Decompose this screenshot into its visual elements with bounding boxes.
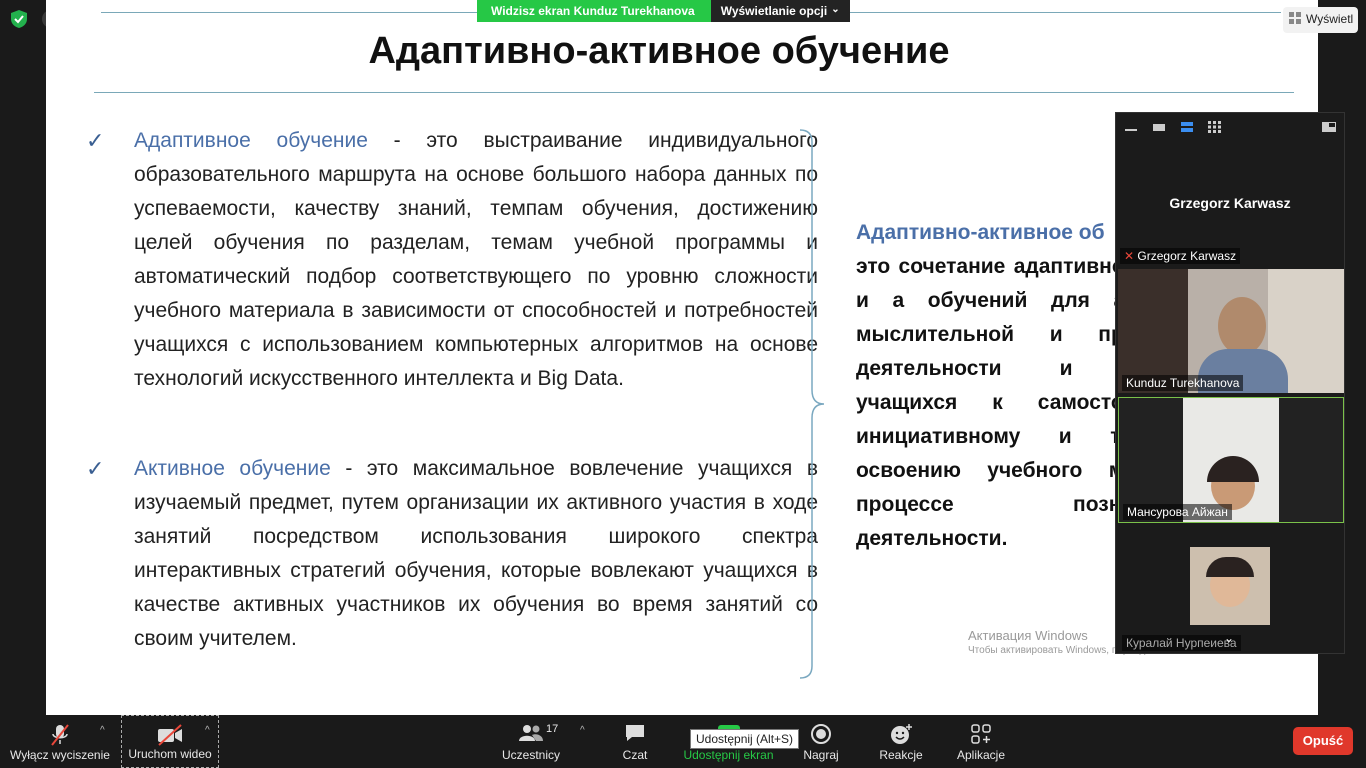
chat-label: Czat xyxy=(622,748,648,762)
scroll-down-chevron-icon[interactable]: ⌄ xyxy=(1224,631,1234,645)
chat-icon xyxy=(626,725,644,741)
participant-name-tag: Kunduz Turekhanova xyxy=(1122,375,1244,391)
video-tile[interactable]: Куралай Нурпеиева ⌄ xyxy=(1118,527,1344,653)
record-label: Nagraj xyxy=(803,748,839,762)
participants-caret-icon[interactable]: ^ xyxy=(580,725,585,736)
unmute-button[interactable]: Wyłącz wyciszenie xyxy=(8,715,112,768)
share-screen-label: Udostępnij ekran xyxy=(683,748,774,762)
bullet-active-learning: ✓ Активное обучение - это максимальное в… xyxy=(86,452,818,656)
video-panel-toolbar xyxy=(1116,113,1344,141)
participants-label: Uczestnicy xyxy=(501,748,560,762)
leave-meeting-button[interactable]: Opuść xyxy=(1293,727,1353,755)
video-options-caret-icon[interactable]: ^ xyxy=(205,725,210,736)
bullet-text: - это выстраивание индивидуального образ… xyxy=(134,129,819,390)
bullet-adaptive-learning: ✓ Адаптивное обучение - это выстраивание… xyxy=(86,124,819,396)
apps-icon xyxy=(971,724,991,744)
chat-button[interactable]: Czat xyxy=(612,715,658,768)
grid-view-icon xyxy=(1289,12,1301,24)
stacked-view-icon[interactable] xyxy=(1180,121,1194,133)
apps-label: Aplikacje xyxy=(956,748,1006,762)
active-speaker-name: Grzegorz Karwasz xyxy=(1169,195,1291,211)
checkmark-icon: ✓ xyxy=(86,456,105,481)
video-panel: Grzegorz Karwasz ✕ Grzegorz Karwasz Kund… xyxy=(1115,112,1345,654)
participant-face xyxy=(1218,297,1266,355)
muted-mic-icon: ✕ xyxy=(1124,249,1135,263)
pip-exit-icon[interactable] xyxy=(1322,121,1336,133)
title-divider xyxy=(94,92,1294,93)
unmute-label: Wyłącz wyciszenie xyxy=(10,748,110,762)
participant-name-tag: Куралай Нурпеиева xyxy=(1122,635,1241,651)
video-tile[interactable]: Kunduz Turekhanova xyxy=(1118,269,1344,393)
start-video-label: Uruchom wideo xyxy=(128,747,212,761)
zoom-meeting-window: Адаптивно-активное обучение ✓ Адаптивное… xyxy=(0,0,1366,768)
apps-button[interactable]: Aplikacje xyxy=(955,715,1007,768)
record-icon xyxy=(811,724,831,744)
start-video-button[interactable]: Uruchom wideo xyxy=(121,715,219,768)
view-options-button[interactable]: Wyświetlanie opcji ⌄ xyxy=(710,0,850,22)
smiley-icon xyxy=(891,724,912,744)
curly-brace xyxy=(800,129,825,679)
video-off-icon xyxy=(158,724,182,746)
share-tooltip: Udostępnij (Alt+S) xyxy=(690,729,800,749)
bullet-term: Адаптивное обучение xyxy=(134,129,368,152)
bullet-term: Активное обучение xyxy=(134,457,331,480)
minimize-icon[interactable] xyxy=(1124,121,1138,133)
slide-title: Адаптивно-активное обучение xyxy=(368,30,950,72)
participants-icon xyxy=(519,725,543,741)
bullet-text: - это максимальное вовлечение учащихся в… xyxy=(134,457,818,650)
muted-mic-icon xyxy=(51,724,69,746)
security-shield-icon[interactable] xyxy=(8,8,30,30)
audio-options-caret-icon[interactable]: ^ xyxy=(100,725,105,736)
definition-term: Адаптивно-активное об xyxy=(856,221,1105,244)
meeting-toolbar: Wyłącz wyciszenie ^ Uruchom wideo ^ 17 U… xyxy=(0,715,1366,768)
participants-button[interactable]: 17 Uczestnicy xyxy=(500,715,562,768)
participant-name-tag: ✕ Grzegorz Karwasz xyxy=(1120,248,1241,264)
view-layout-button[interactable]: Wyświetl xyxy=(1283,7,1358,33)
view-layout-label: Wyświetl xyxy=(1306,12,1354,26)
participant-name-tag: Мансурова Айжан xyxy=(1123,504,1232,520)
share-banner-label: Widzisz ekran Kunduz Turekhanova xyxy=(477,0,711,22)
view-options-label: Wyświetlanie opcji xyxy=(720,4,828,18)
gallery-view-icon[interactable] xyxy=(1208,121,1222,133)
definition-text: это сочетание адаптивного и а обучений д… xyxy=(856,255,1146,550)
single-view-icon[interactable] xyxy=(1152,121,1166,133)
participant-name: Grzegorz Karwasz xyxy=(1137,249,1237,263)
adaptive-active-definition: Адаптивно-активное об это сочетание адап… xyxy=(856,216,1146,556)
checkmark-icon: ✓ xyxy=(86,128,105,153)
chevron-down-icon: ⌄ xyxy=(831,4,840,15)
participants-count: 17 xyxy=(546,723,559,735)
screen-share-banner: Widzisz ekran Kunduz Turekhanova Wyświet… xyxy=(477,0,850,22)
video-tile-active[interactable]: Мансурова Айжан xyxy=(1118,397,1344,523)
record-button[interactable]: Nagraj xyxy=(800,715,842,768)
reactions-label: Reakcje xyxy=(879,748,923,762)
reactions-button[interactable]: Reakcje xyxy=(876,715,926,768)
